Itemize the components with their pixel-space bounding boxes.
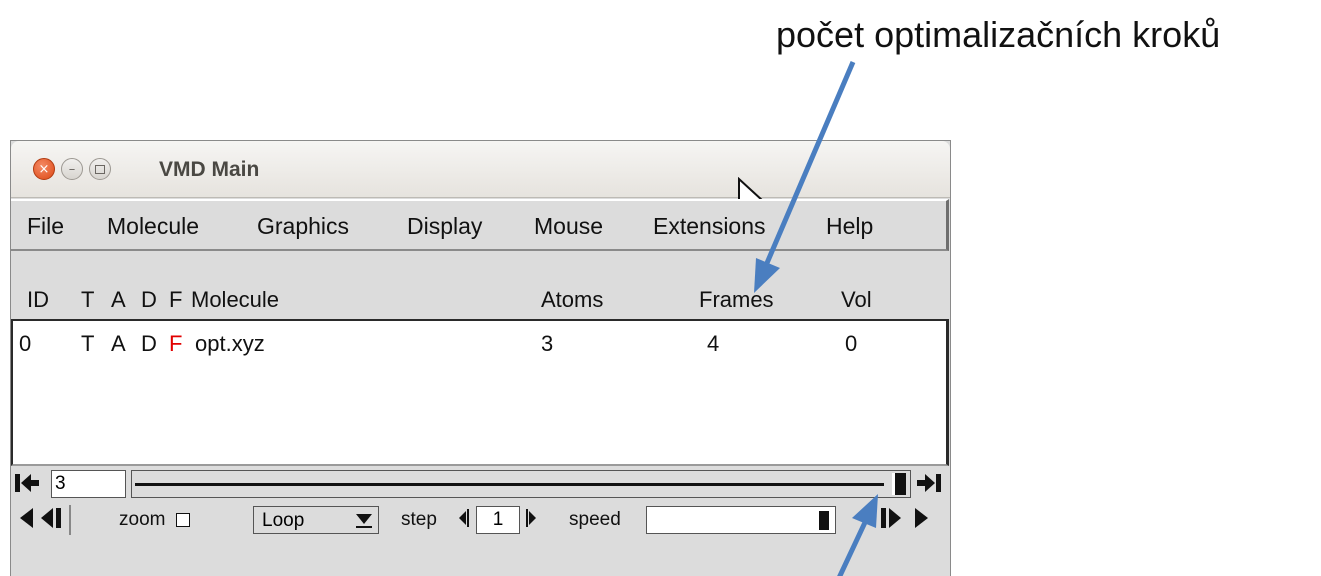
speed-label: speed [569, 509, 621, 530]
minimize-icon: – [68, 161, 76, 177]
step-decrease-button[interactable] [456, 503, 472, 533]
menu-display[interactable]: Display [407, 213, 482, 240]
column-header-molecule: Molecule [191, 287, 280, 312]
cell-top-flag[interactable]: T [81, 331, 94, 357]
frame-slider-track [135, 483, 884, 486]
minimize-window-button[interactable]: – [61, 158, 83, 180]
step-label: step [401, 509, 437, 530]
step-input[interactable]: 1 [476, 506, 520, 534]
cell-molecule-name: opt.xyz [195, 331, 265, 356]
menu-molecule[interactable]: Molecule [107, 213, 199, 240]
skip-to-end-icon [917, 474, 941, 492]
zoom-label: zoom [119, 509, 166, 530]
chevron-down-icon [356, 514, 372, 524]
column-header-frames: Frames [699, 287, 774, 312]
zoom-checkbox[interactable] [176, 513, 190, 527]
play-forward-button[interactable] [909, 503, 933, 533]
cell-drawn-flag[interactable]: D [141, 331, 157, 357]
frame-slider-handle[interactable] [892, 473, 906, 495]
menu-extensions[interactable]: Extensions [653, 213, 766, 240]
close-window-button[interactable]: × [33, 158, 55, 180]
step-increase-button[interactable] [523, 503, 539, 533]
vmd-main-window: × – VMD Main File Molecule Graphics Disp… [10, 140, 951, 576]
column-header-id: ID [27, 287, 49, 312]
step-reverse-icon [41, 508, 61, 528]
column-header-fixed: F [169, 287, 183, 312]
speed-slider-handle[interactable] [819, 511, 829, 530]
step-forward-button[interactable] [877, 503, 901, 533]
frame-controls: 3 [11, 468, 949, 500]
cell-vol: 0 [845, 331, 858, 356]
step-forward-icon [881, 508, 901, 528]
cell-atoms: 3 [541, 331, 554, 356]
divider [69, 505, 71, 535]
step-reverse-button[interactable] [41, 503, 65, 533]
column-header-drawn: D [141, 287, 157, 312]
menu-help[interactable]: Help [826, 213, 873, 240]
arrow-right-icon [526, 509, 536, 527]
menu-mouse[interactable]: Mouse [534, 213, 603, 240]
close-icon: × [38, 161, 50, 177]
menu-file[interactable]: File [27, 213, 64, 240]
molecule-list[interactable]: 0 T A D F opt.xyz 3 4 0 [11, 319, 949, 466]
column-header-top: T [81, 287, 95, 312]
loop-mode-value: Loop [262, 510, 305, 531]
maximize-icon [95, 164, 105, 174]
play-icon [915, 508, 928, 528]
annotation-label: počet optimalizačních kroků [776, 14, 1221, 55]
skip-to-start-icon [15, 474, 39, 492]
column-header-atoms: Atoms [541, 287, 604, 312]
column-header-active: A [111, 287, 126, 312]
window-title: VMD Main [159, 158, 260, 181]
loop-mode-select[interactable]: Loop [253, 506, 379, 534]
cell-fixed-flag[interactable]: F [169, 331, 182, 357]
goto-start-button[interactable] [15, 468, 39, 498]
frame-number-input[interactable]: 3 [51, 470, 126, 498]
dropdown-bar-icon [356, 526, 372, 528]
menu-bar: File Molecule Graphics Display Mouse Ext… [11, 199, 949, 251]
column-header-vol: Vol [841, 287, 872, 312]
title-bar[interactable]: × – VMD Main [11, 141, 950, 218]
play-reverse-icon [20, 508, 33, 528]
cell-id: 0 [19, 331, 32, 356]
cell-frames: 4 [707, 331, 720, 356]
play-reverse-button[interactable] [15, 503, 39, 533]
maximize-window-button[interactable] [89, 158, 111, 180]
goto-end-button[interactable] [917, 468, 941, 498]
playback-controls: zoom Loop step 1 speed [11, 503, 949, 537]
frame-slider[interactable] [131, 470, 911, 498]
arrow-left-icon [459, 509, 469, 527]
speed-slider[interactable] [646, 506, 836, 534]
cell-active-flag[interactable]: A [111, 331, 126, 357]
menu-graphics[interactable]: Graphics [257, 213, 349, 240]
